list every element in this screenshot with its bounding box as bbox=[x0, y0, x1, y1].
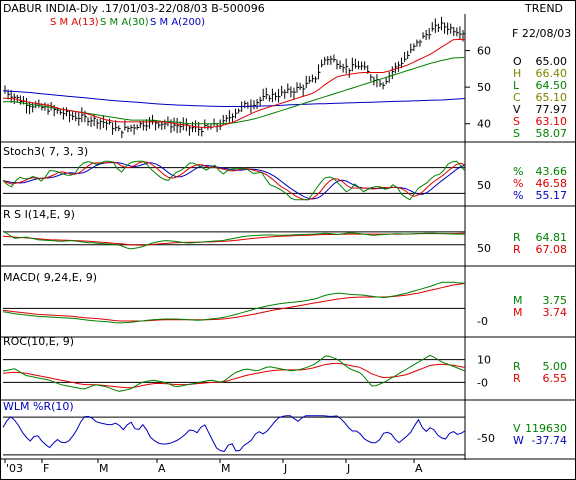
chart-title: DABUR INDIA-Dly .17/01/03-22/08/03 B-500… bbox=[3, 2, 265, 15]
stoch-label: Stoch3( 7, 3, 3) bbox=[3, 145, 88, 158]
x-axis-month-label: J bbox=[283, 462, 287, 475]
x-axis-month-label: M bbox=[221, 462, 231, 475]
trend-label: TREND bbox=[524, 2, 563, 15]
price-ytick-label: 50 bbox=[477, 81, 491, 94]
readout-date: F 22/08/03 bbox=[512, 27, 571, 40]
roc-readout-key: R bbox=[513, 372, 521, 385]
rsi-ytick-label: 50 bbox=[477, 242, 491, 255]
wlm-ytick-label: -50 bbox=[477, 432, 495, 445]
wlm-readout-key: W bbox=[513, 434, 524, 447]
chart-canvas: DABUR INDIA-Dly .17/01/03-22/08/03 B-500… bbox=[0, 0, 576, 480]
outer-border bbox=[0, 0, 576, 480]
roc-ytick-label-0: -0 bbox=[477, 376, 488, 389]
price-ytick-label: 40 bbox=[477, 118, 491, 131]
rsi-label: R S I(14,E, 9) bbox=[3, 208, 75, 221]
macd-readout-key: M bbox=[513, 306, 523, 319]
x-axis-month-label: M bbox=[99, 462, 109, 475]
price-readout-key: S bbox=[513, 127, 520, 140]
stoch-readout-value: 55.17 bbox=[536, 189, 568, 202]
rsi-readout-key: R bbox=[513, 243, 521, 256]
price-readout-value: 58.07 bbox=[536, 127, 568, 140]
x-axis-month-label: A bbox=[158, 462, 166, 475]
x-axis-month-label: '03 bbox=[6, 462, 23, 475]
x-axis-month-label: J bbox=[346, 462, 350, 475]
roc-readout-value: 6.55 bbox=[543, 372, 568, 385]
wlm-readout-value: -37.74 bbox=[532, 434, 567, 447]
stoch-readout-key: % bbox=[513, 189, 523, 202]
rsi-readout-value: 67.08 bbox=[536, 243, 568, 256]
legend-s-m-a-200-: S M A(200) bbox=[150, 17, 205, 28]
roc-label: ROC(10,E, 9) bbox=[3, 335, 74, 348]
x-axis-month-label: A bbox=[415, 462, 423, 475]
legend-s-m-a-13-: S M A(13) bbox=[50, 17, 99, 28]
legend-s-m-a-30-: S M A(30) bbox=[100, 17, 149, 28]
macd-ytick-label: -0 bbox=[477, 315, 488, 328]
roc-ytick-label-10: 10 bbox=[477, 354, 491, 367]
stoch-ytick-label: 50 bbox=[477, 179, 491, 192]
macd-readout-value: 3.74 bbox=[543, 306, 568, 319]
price-ytick-label: 60 bbox=[477, 45, 491, 58]
x-axis-month-label: F bbox=[43, 462, 49, 475]
price-legend: S M A(13) S M A(30) S M A(200) bbox=[50, 17, 205, 28]
macd-label: MACD( 9,24,E, 9) bbox=[3, 271, 97, 284]
wlm-label: WLM %R(10) bbox=[3, 400, 74, 413]
